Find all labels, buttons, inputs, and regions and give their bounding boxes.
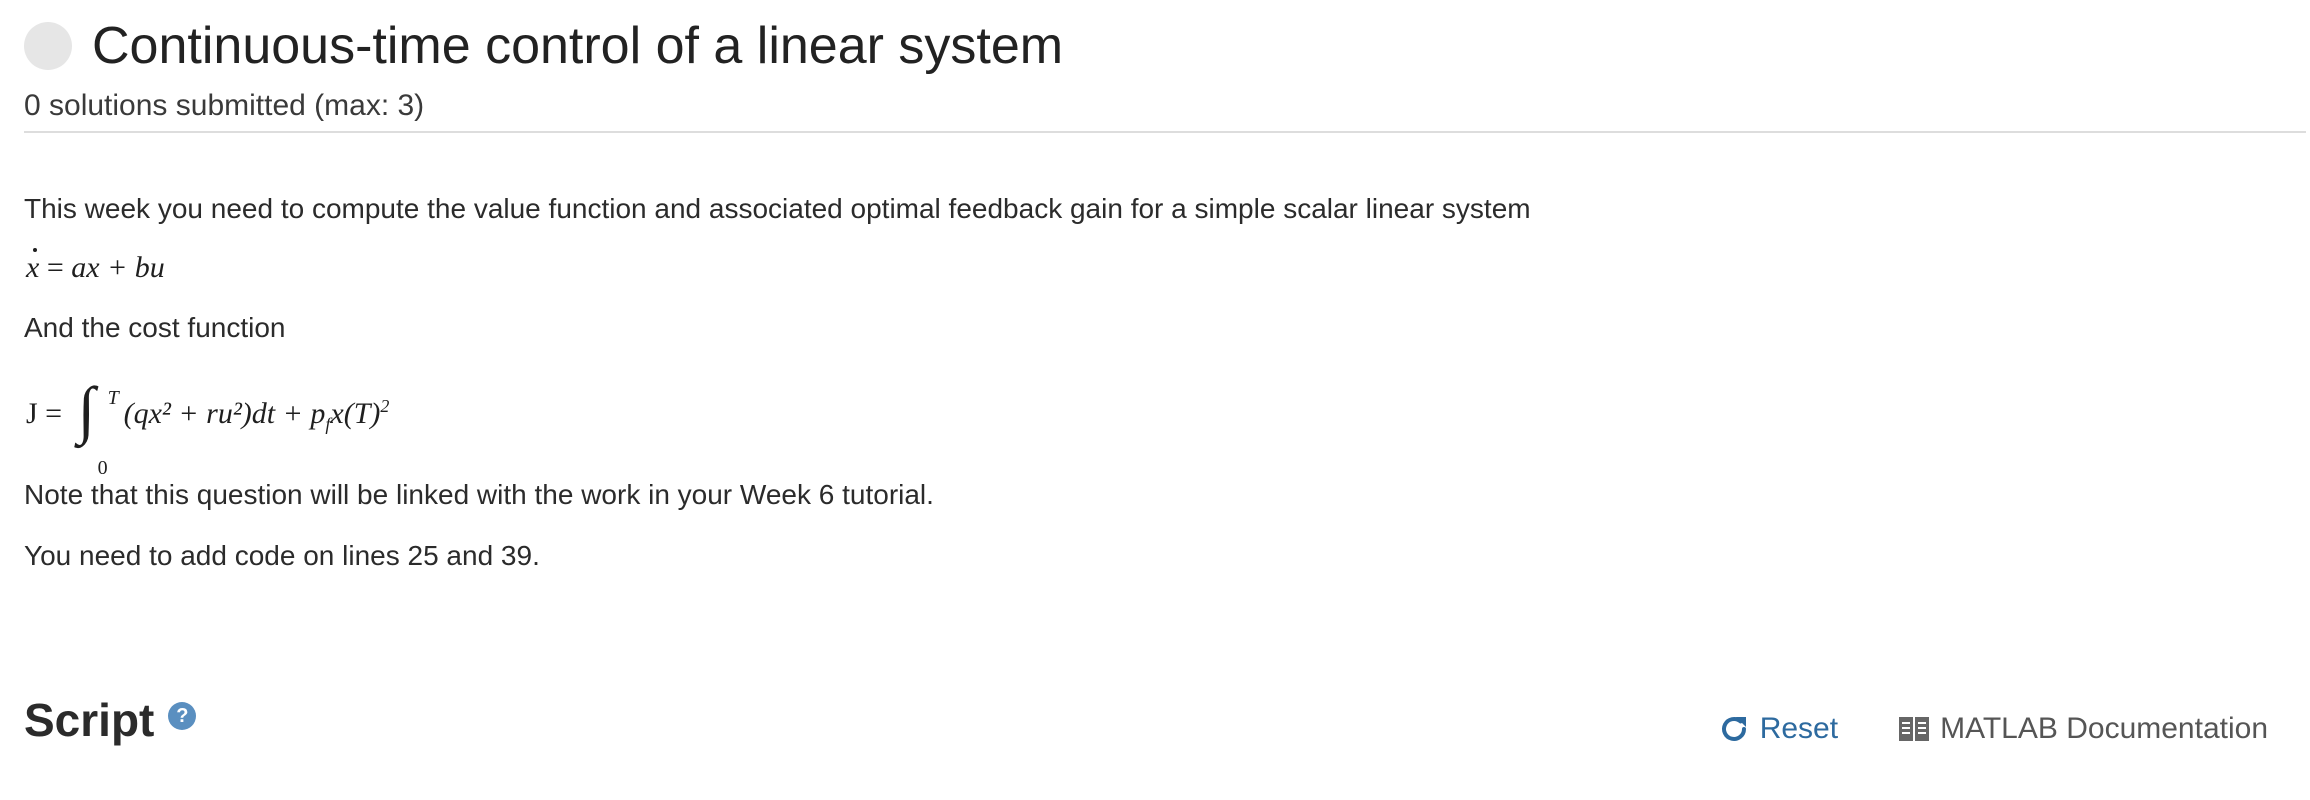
cost-equation-power: 2 — [380, 396, 390, 416]
reset-label: Reset — [1759, 712, 1839, 745]
problem-header: Continuous-time control of a linear syst… — [24, 14, 2306, 124]
integral-upper-limit: T — [107, 387, 119, 410]
book-icon — [1898, 715, 1930, 743]
reset-button[interactable]: Reset — [1718, 712, 1838, 746]
cost-equation-lhs: J = — [26, 397, 70, 430]
script-section-heading: Script ? — [24, 692, 197, 748]
refresh-icon — [1718, 713, 1750, 745]
title-row: Continuous-time control of a linear syst… — [24, 14, 2306, 78]
system-equation-equals: = — [39, 251, 72, 284]
cost-equation-terminal: x(T) — [330, 397, 381, 430]
integral-symbol: ∫ T 0 — [74, 378, 119, 480]
intro-text: This week you need to compute the value … — [24, 193, 1531, 224]
question-circle-icon[interactable]: ? — [168, 702, 197, 730]
system-equation-rhs: ax + bu — [71, 251, 165, 284]
problem-page: Continuous-time control of a linear syst… — [0, 0, 2310, 800]
status-indicator-icon — [24, 22, 72, 70]
system-equation-lhs: x — [26, 248, 40, 284]
page-title: Continuous-time control of a linear syst… — [92, 17, 1064, 75]
instruction-text: You need to add code on lines 25 and 39. — [24, 540, 540, 571]
matlab-documentation-link[interactable]: MATLAB Documentation — [1898, 712, 2268, 746]
header-divider — [24, 131, 2306, 133]
cost-intro-text: And the cost function — [24, 312, 286, 343]
matlab-documentation-label: MATLAB Documentation — [1940, 712, 2268, 745]
cost-equation: J = ∫ T 0 (qx² + ru²)dt + pfx(T)2 — [26, 378, 390, 480]
system-equation: x = ax + bu — [26, 248, 165, 286]
note-text: Note that this question will be linked w… — [24, 479, 934, 510]
cost-equation-integrand: (qx² + ru²)dt + p — [123, 397, 326, 430]
script-toolbar: Reset MATLAB Documentation — [1718, 712, 2268, 746]
script-title: Script — [24, 694, 155, 746]
submission-count: 0 solutions submitted (max: 3) — [24, 89, 425, 122]
